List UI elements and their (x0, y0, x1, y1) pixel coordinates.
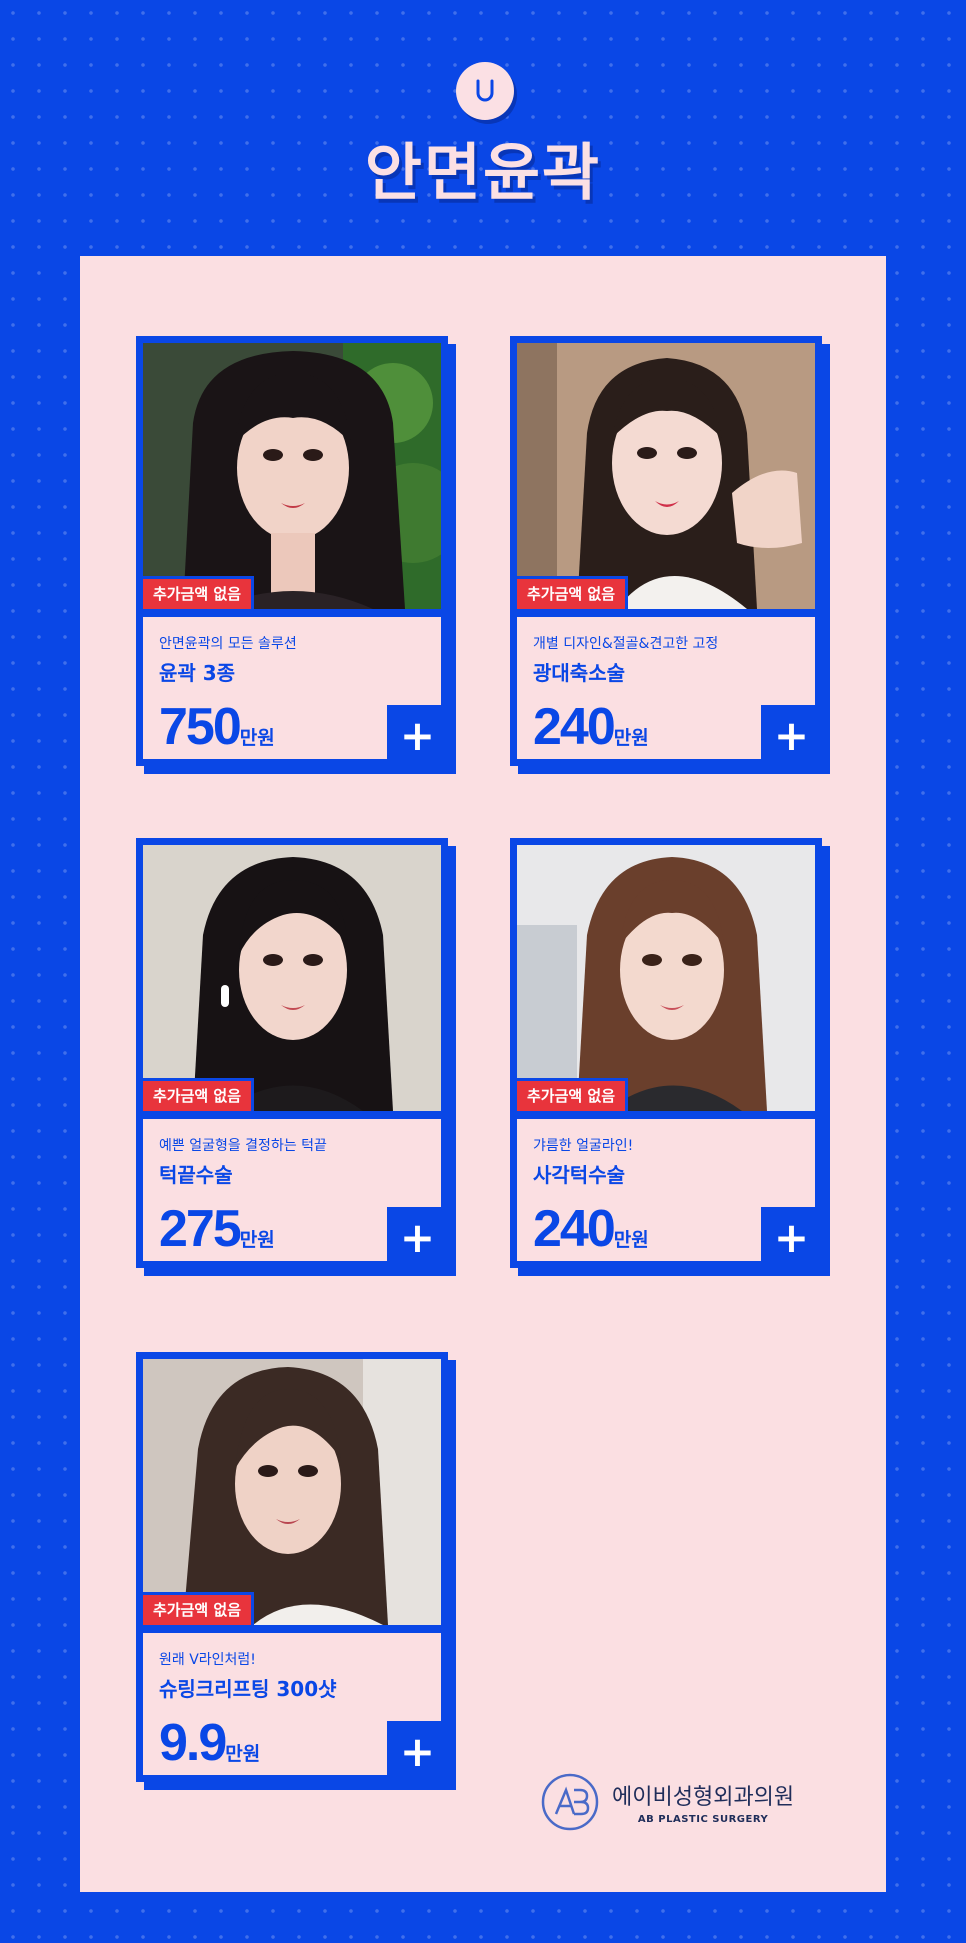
no-extra-cost-badge: 추가금액 없음 (514, 1078, 629, 1114)
model-photo (143, 1359, 441, 1625)
no-extra-cost-badge: 추가금액 없음 (140, 1078, 255, 1114)
u-icon (476, 79, 494, 102)
price-value: 9.9 (159, 1714, 227, 1772)
price-value: 275 (159, 1200, 242, 1258)
plus-button[interactable]: + (387, 1207, 448, 1268)
product-card[interactable]: 추가금액 없음 예쁜 얼굴형을 결정하는 턱끝 턱끝수술 275만원 + (136, 838, 456, 1276)
card-price: 240만원 (533, 697, 649, 757)
price-value: 240 (533, 698, 616, 756)
card-frame: 추가금액 없음 원래 V라인처럼! 슈링크리프팅 300샷 9.9만원 + (136, 1352, 448, 1782)
card-title: 윤곽 3종 (159, 661, 236, 685)
plus-icon: + (773, 1212, 810, 1262)
price-value: 750 (159, 698, 242, 756)
price-unit: 만원 (613, 1229, 649, 1251)
card-title: 사각턱수술 (533, 1163, 625, 1187)
card-frame: 추가금액 없음 갸름한 얼굴라인! 사각턱수술 240만원 + (510, 838, 822, 1268)
clinic-name: 에이비성형외과의원 (612, 1785, 795, 1810)
card-frame: 추가금액 없음 안면윤곽의 모든 솔루션 윤곽 3종 750만원 + (136, 336, 448, 766)
product-card[interactable]: 추가금액 없음 갸름한 얼굴라인! 사각턱수술 240만원 + (510, 838, 830, 1276)
card-info: 예쁜 얼굴형을 결정하는 턱끝 턱끝수술 275만원 + (143, 1119, 448, 1268)
plus-icon: + (399, 1212, 436, 1262)
price-unit: 만원 (225, 1743, 261, 1765)
model-photo (517, 343, 815, 609)
card-price: 750만원 (159, 697, 275, 757)
model-photo (143, 845, 441, 1111)
clinic-name-en: AB PLASTIC SURGERY (637, 1814, 769, 1825)
card-title: 광대축소술 (533, 661, 625, 685)
model-photo (517, 845, 815, 1111)
no-extra-cost-badge: 추가금액 없음 (514, 576, 629, 612)
card-price: 275만원 (159, 1199, 275, 1259)
card-frame: 추가금액 없음 개별 디자인&절골&견고한 고정 광대축소술 240만원 + (510, 336, 822, 766)
content-panel: 추가금액 없음 안면윤곽의 모든 솔루션 윤곽 3종 750만원 + 추가금액 … (80, 256, 886, 1892)
product-card[interactable]: 추가금액 없음 안면윤곽의 모든 솔루션 윤곽 3종 750만원 + (136, 336, 456, 774)
price-unit: 만원 (239, 727, 275, 749)
price-unit: 만원 (239, 1229, 275, 1251)
no-extra-cost-badge: 추가금액 없음 (140, 576, 255, 612)
ab-logo-icon (541, 1773, 599, 1831)
plus-button[interactable]: + (387, 705, 448, 766)
no-extra-cost-badge: 추가금액 없음 (140, 1592, 255, 1628)
plus-icon: + (399, 710, 436, 760)
card-price: 240만원 (533, 1199, 649, 1259)
card-description: 예쁜 얼굴형을 결정하는 턱끝 (159, 1138, 327, 1154)
card-info: 갸름한 얼굴라인! 사각턱수술 240만원 + (517, 1119, 822, 1268)
card-title: 턱끝수술 (159, 1163, 233, 1187)
plus-button[interactable]: + (761, 1207, 822, 1268)
plus-icon: + (399, 1726, 436, 1776)
card-info: 안면윤곽의 모든 솔루션 윤곽 3종 750만원 + (143, 617, 448, 766)
card-description: 개별 디자인&절골&견고한 고정 (533, 636, 719, 652)
plus-button[interactable]: + (387, 1721, 448, 1782)
plus-icon: + (773, 710, 810, 760)
price-unit: 만원 (613, 727, 649, 749)
product-card[interactable]: 추가금액 없음 원래 V라인처럼! 슈링크리프팅 300샷 9.9만원 + (136, 1352, 456, 1790)
card-description: 갸름한 얼굴라인! (533, 1138, 634, 1154)
header-badge (456, 62, 514, 120)
product-card[interactable]: 추가금액 없음 개별 디자인&절골&견고한 고정 광대축소술 240만원 + (510, 336, 830, 774)
page-title: 안면윤곽 (364, 136, 602, 209)
card-description: 안면윤곽의 모든 솔루션 (159, 636, 297, 652)
card-info: 개별 디자인&절골&견고한 고정 광대축소술 240만원 + (517, 617, 822, 766)
logo-text: 에이비성형외과의원 AB PLASTIC SURGERY (612, 1779, 794, 1825)
clinic-logo: 에이비성형외과의원 AB PLASTIC SURGERY (540, 1772, 794, 1832)
price-value: 240 (533, 1200, 616, 1258)
model-photo (143, 343, 441, 609)
card-title: 슈링크리프팅 300샷 (159, 1677, 337, 1701)
card-description: 원래 V라인처럼! (159, 1652, 256, 1668)
plus-button[interactable]: + (761, 705, 822, 766)
card-frame: 추가금액 없음 예쁜 얼굴형을 결정하는 턱끝 턱끝수술 275만원 + (136, 838, 448, 1268)
card-price: 9.9만원 (159, 1713, 260, 1773)
card-info: 원래 V라인처럼! 슈링크리프팅 300샷 9.9만원 + (143, 1633, 448, 1782)
